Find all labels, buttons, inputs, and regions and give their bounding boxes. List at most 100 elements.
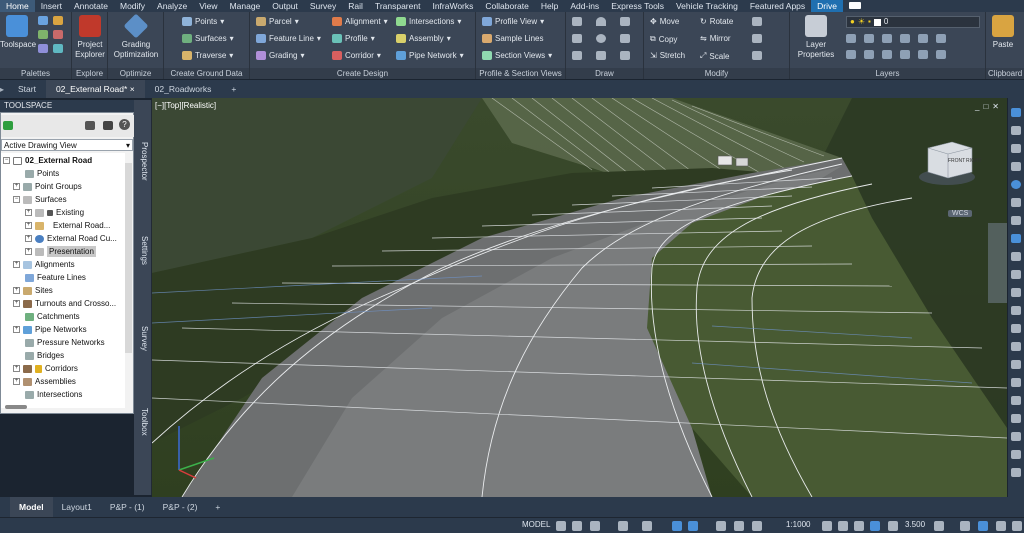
trim-icon[interactable] (752, 17, 762, 26)
point-icon[interactable] (572, 51, 582, 60)
expand-icon[interactable]: + (25, 235, 32, 242)
layer-state-icon[interactable] (870, 521, 880, 531)
intersections-button[interactable]: Intersections ▾ (396, 17, 461, 26)
tool-icon[interactable] (1011, 234, 1021, 243)
feature-line-button[interactable]: Feature Line ▾ (256, 34, 321, 43)
copy-button[interactable]: ⧉ Copy (650, 34, 677, 44)
parcel-button[interactable]: Parcel ▾ (256, 17, 299, 26)
create-ground-data-title[interactable]: Create Ground Data (164, 68, 249, 79)
expand-icon[interactable]: + (13, 365, 20, 372)
grading-optimization-icon[interactable] (123, 13, 149, 39)
wcs-button[interactable]: WCS (948, 210, 973, 217)
transparency-icon[interactable] (734, 521, 744, 531)
tab-external-road[interactable]: 02_External Road* × (45, 80, 145, 98)
layer-tool-icon[interactable] (846, 34, 856, 43)
menu-insert[interactable]: Insert (35, 0, 68, 12)
pipe-network-button[interactable]: Pipe Network ▾ (396, 51, 464, 60)
profile-view-button[interactable]: Profile View ▾ (482, 17, 544, 26)
tab-prospector[interactable]: Prospector (140, 142, 149, 181)
profile-button[interactable]: Profile ▾ (332, 34, 375, 43)
tree-item-pressure-networks[interactable]: Pressure Networks (25, 337, 105, 348)
tab-menu-icon[interactable]: ▸ (0, 85, 8, 94)
menu-collaborate[interactable]: Collaborate (479, 0, 534, 12)
traverse-button[interactable]: Traverse ▾ (182, 51, 233, 60)
menu-rail[interactable]: Rail (342, 0, 369, 12)
profile-section-views-title[interactable]: Profile & Section Views (476, 68, 565, 79)
menu-infraworks[interactable]: InfraWorks (426, 0, 479, 12)
layer-tool-icon[interactable] (864, 34, 874, 43)
tree-item-existing[interactable]: + Existing (25, 207, 84, 218)
expand-icon[interactable]: + (25, 209, 32, 216)
tab-start[interactable]: Start (8, 80, 46, 98)
isolate-objects-icon[interactable] (960, 521, 970, 531)
viewport-label[interactable]: [−][Top][Realistic] (155, 101, 216, 110)
toolspace-button[interactable]: Toolspace (0, 40, 36, 50)
tool-icon[interactable] (1011, 396, 1021, 405)
tool-icon[interactable] (1011, 360, 1021, 369)
alignment-button[interactable]: Alignment ▾ (332, 17, 388, 26)
optimize-title[interactable]: Optimize (108, 68, 163, 79)
tree-item-points[interactable]: Points (25, 168, 59, 179)
layer-tool-icon[interactable] (846, 50, 856, 59)
modify-title[interactable]: Modify (644, 68, 789, 79)
collapse-icon[interactable]: − (13, 196, 20, 203)
circle-icon[interactable] (596, 34, 606, 43)
toolspace-icon[interactable] (6, 15, 28, 37)
collapse-icon[interactable]: − (3, 157, 10, 164)
layer-properties-icon[interactable] (805, 15, 827, 37)
globe-icon[interactable] (1011, 180, 1021, 189)
tool-icon[interactable] (1011, 432, 1021, 441)
layer-tool-icon[interactable] (936, 34, 946, 43)
tool-icon[interactable] (1011, 144, 1021, 153)
expand-icon[interactable]: + (13, 183, 20, 190)
ortho-icon[interactable] (590, 521, 600, 531)
model-space-button[interactable]: MODEL (522, 520, 550, 529)
palette-icon[interactable] (53, 30, 63, 39)
settings-icon[interactable] (53, 16, 63, 25)
gear-icon[interactable] (822, 521, 832, 531)
menu-icon[interactable] (1012, 521, 1022, 531)
menu-view[interactable]: View (193, 0, 223, 12)
menu-add-ins[interactable]: Add-ins (564, 0, 605, 12)
layer-tool-icon[interactable] (882, 50, 892, 59)
array-icon[interactable] (752, 51, 762, 60)
tool-icon[interactable] (1011, 108, 1021, 117)
layer-properties-button[interactable]: Layer Properties (790, 40, 842, 60)
tool-icon[interactable] (1011, 324, 1021, 333)
tree-item-external-road-cut[interactable]: + External Road Cu... (25, 233, 117, 244)
tool-icon[interactable] (1011, 252, 1021, 261)
precision-value[interactable]: 3.500 (905, 520, 925, 529)
expand-icon[interactable]: + (13, 300, 20, 307)
menu-home[interactable]: Home (0, 0, 35, 12)
scale-button[interactable]: ⤢ Scale (700, 51, 729, 61)
tree-item-assemblies[interactable]: + Assemblies (13, 376, 76, 387)
menu-survey[interactable]: Survey (304, 0, 342, 12)
layer-dropdown[interactable]: ● ☀ ▪ 0 (846, 16, 980, 28)
close-icon[interactable]: × (130, 84, 135, 94)
create-design-title[interactable]: Create Design (250, 68, 475, 79)
rectangle-icon[interactable] (572, 34, 582, 43)
tool-icon[interactable] (1011, 216, 1021, 225)
tree-item-intersections[interactable]: Intersections (25, 389, 82, 400)
tool-icon[interactable] (1011, 270, 1021, 279)
polyline-icon[interactable] (620, 17, 630, 26)
menu-modify[interactable]: Modify (114, 0, 151, 12)
layer-tool-icon[interactable] (918, 34, 928, 43)
tree-item-feature-lines[interactable]: Feature Lines (25, 272, 86, 283)
viewcube-right-label[interactable]: RIGHT (966, 158, 982, 164)
line-icon[interactable] (572, 17, 582, 26)
grid-icon[interactable] (556, 521, 566, 531)
menu-vehicle-tracking[interactable]: Vehicle Tracking (670, 0, 744, 12)
tree-item-external-road[interactable]: + External Road... (25, 220, 110, 231)
menu-analyze[interactable]: Analyze (151, 0, 193, 12)
layers-title[interactable]: Layers (790, 68, 985, 79)
units-icon[interactable] (888, 521, 898, 531)
expand-icon[interactable]: + (13, 261, 20, 268)
layer-tool-icon[interactable] (900, 50, 910, 59)
palette-icon[interactable] (38, 44, 48, 53)
tool-icon[interactable] (1011, 288, 1021, 297)
mirror-button[interactable]: ⇋ Mirror (700, 34, 731, 43)
ribbon-options-icon[interactable] (843, 0, 867, 12)
add-layout-button[interactable]: + (206, 497, 229, 517)
layer-tool-icon[interactable] (882, 34, 892, 43)
